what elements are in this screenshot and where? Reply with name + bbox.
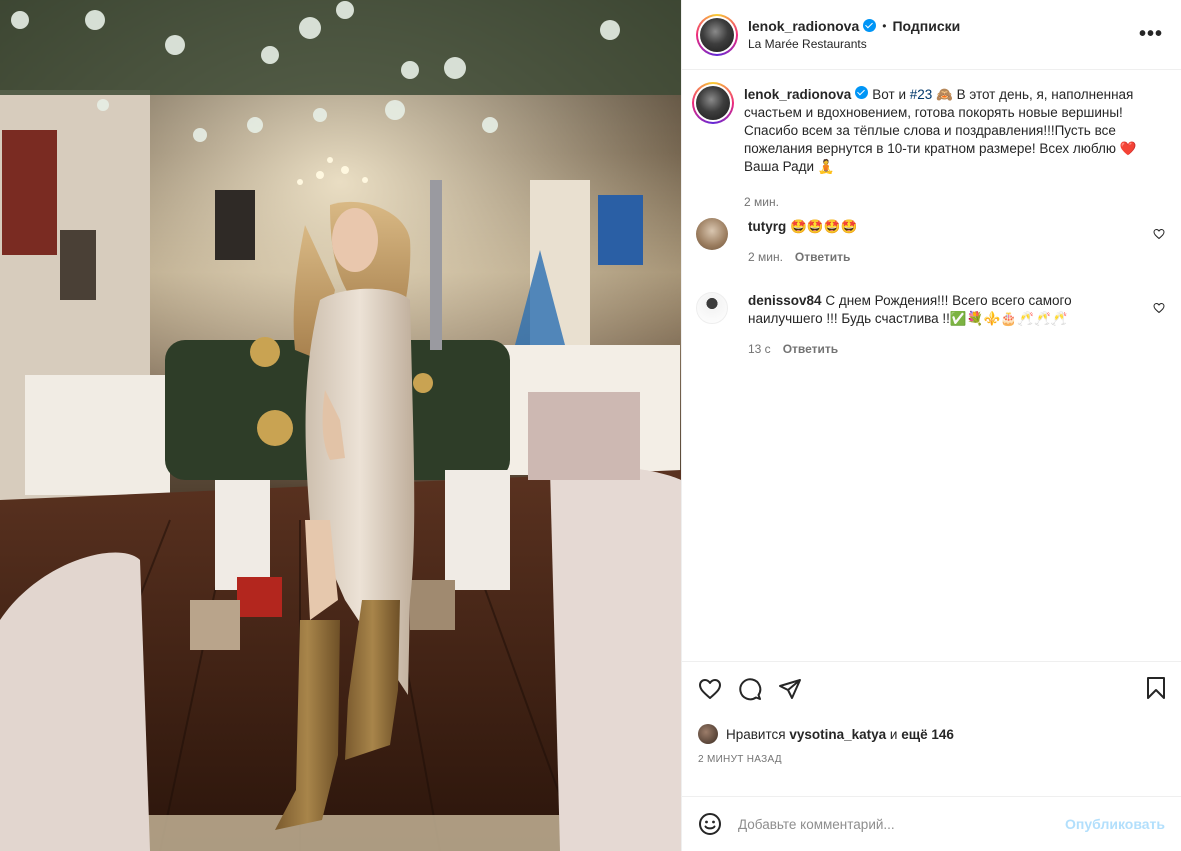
liker-avatar[interactable] xyxy=(698,724,718,744)
post-actions: Нравится vysotina_katya и ещё 146 2 МИНУ… xyxy=(682,661,1181,796)
separator-dot: • xyxy=(882,18,887,33)
heart-icon[interactable] xyxy=(1153,228,1165,240)
commenter-avatar[interactable] xyxy=(696,218,728,250)
comment-meta: 2 мин. Ответить xyxy=(748,248,1150,266)
comment-icon[interactable] xyxy=(738,677,762,701)
caption: lenok_radionova Вот и #23 🙈 В этот день, … xyxy=(692,82,1167,218)
following-button[interactable]: Подписки xyxy=(892,17,960,35)
hashtag-link[interactable]: #23 xyxy=(910,87,933,102)
publish-button[interactable]: Опубликовать xyxy=(1065,816,1165,832)
comments-list: lenok_radionova Вот и #23 🙈 В этот день, … xyxy=(682,70,1181,661)
comment-text: 🤩🤩🤩🤩 xyxy=(790,219,858,234)
smile-icon[interactable] xyxy=(698,812,722,836)
photo-illustration xyxy=(0,0,681,851)
caption-username[interactable]: lenok_radionova xyxy=(744,87,851,102)
caption-time: 2 мин. xyxy=(744,195,779,209)
liker-username[interactable]: vysotina_katya xyxy=(789,727,886,742)
comment-input[interactable] xyxy=(738,816,1066,832)
comment-item: tutyrg 🤩🤩🤩🤩 2 мин. Ответить xyxy=(696,218,1167,292)
reply-button[interactable]: Ответить xyxy=(783,342,838,356)
more-icon[interactable]: ••• xyxy=(1139,24,1163,44)
likes-prefix: Нравится xyxy=(726,726,786,742)
comment-item: denissov84 С днем Рождения!!! Всего всег… xyxy=(696,292,1167,358)
caption-text-before: Вот и xyxy=(872,87,910,102)
commenter-avatar[interactable] xyxy=(696,292,728,324)
post-photo[interactable] xyxy=(0,0,681,851)
heart-icon[interactable] xyxy=(1153,302,1165,314)
likes-summary: Нравится vysotina_katya и ещё 146 xyxy=(698,724,1167,744)
likes-count-link[interactable]: ещё 146 xyxy=(901,727,954,742)
likes-and: и xyxy=(889,726,898,742)
verified-icon xyxy=(855,86,869,99)
add-comment-bar: Опубликовать xyxy=(682,796,1181,851)
comment-time: 2 мин. xyxy=(748,250,783,264)
comment-meta: 13 с Ответить xyxy=(748,340,1150,358)
share-icon[interactable] xyxy=(778,677,802,701)
heart-icon[interactable] xyxy=(698,677,722,701)
post-header: lenok_radionova • Подписки La Marée Rest… xyxy=(682,0,1181,70)
author-avatar[interactable] xyxy=(696,13,738,56)
commenter-username[interactable]: denissov84 xyxy=(748,293,822,308)
post-timestamp: 2 МИНУТ НАЗАД xyxy=(698,754,782,765)
post-sidebar: lenok_radionova • Подписки La Marée Rest… xyxy=(681,0,1181,851)
bookmark-icon[interactable] xyxy=(1145,676,1167,700)
instagram-post: lenok_radionova • Подписки La Marée Rest… xyxy=(0,0,1181,851)
comment-time: 13 с xyxy=(748,342,771,356)
commenter-username[interactable]: tutyrg xyxy=(748,219,786,234)
caption-meta: 2 мин. xyxy=(744,193,1146,211)
reply-button[interactable]: Ответить xyxy=(795,250,850,264)
caption-avatar[interactable] xyxy=(692,82,734,124)
verified-icon xyxy=(863,19,877,32)
author-username[interactable]: lenok_radionova xyxy=(748,17,859,35)
location-link[interactable]: La Marée Restaurants xyxy=(748,35,960,53)
